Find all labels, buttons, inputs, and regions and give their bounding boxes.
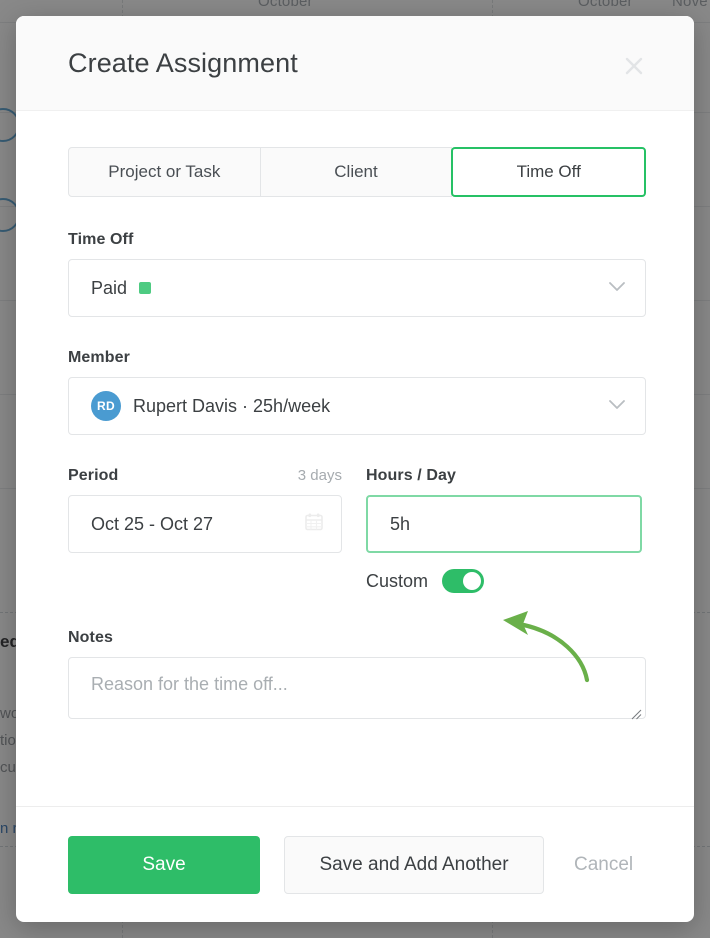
chevron-down-icon — [609, 279, 625, 297]
notes-label: Notes — [68, 629, 642, 647]
custom-toggle[interactable] — [442, 569, 484, 593]
time-off-label: Time Off — [68, 231, 642, 249]
time-off-value: Paid — [91, 278, 127, 299]
period-field: Period 3 days Oct 25 - Oct 27 — [68, 467, 342, 593]
dialog-title: Create Assignment — [68, 48, 298, 79]
member-select[interactable]: RD Rupert Davis · 25h/week — [68, 377, 646, 435]
tab-project-or-task[interactable]: Project or Task — [68, 147, 261, 197]
notes-placeholder: Reason for the time off... — [91, 674, 288, 694]
time-off-color-swatch — [139, 282, 151, 294]
time-off-select[interactable]: Paid — [68, 259, 646, 317]
period-days-badge: 3 days — [298, 467, 342, 484]
save-and-add-another-button[interactable]: Save and Add Another — [284, 836, 544, 894]
tab-label: Time Off — [517, 162, 581, 182]
assignment-type-tabs: Project or Task Client Time Off — [68, 147, 646, 197]
cancel-button[interactable]: Cancel — [568, 854, 639, 876]
custom-hours-row: Custom — [366, 569, 642, 593]
hours-per-day-label: Hours / Day — [366, 467, 456, 485]
notes-field: Notes Reason for the time off... — [68, 629, 642, 719]
dialog-header: Create Assignment — [16, 16, 694, 111]
period-date-input[interactable]: Oct 25 - Oct 27 — [68, 495, 342, 553]
calendar-icon — [305, 513, 323, 536]
dialog-footer: Save Save and Add Another Cancel — [16, 806, 694, 922]
hours-per-day-field: Hours / Day 5h Custom — [366, 467, 642, 593]
custom-label: Custom — [366, 571, 428, 592]
resize-handle-icon[interactable] — [630, 704, 642, 716]
member-label: Member — [68, 349, 642, 367]
period-value: Oct 25 - Oct 27 — [91, 514, 213, 535]
dialog-body: Project or Task Client Time Off Time Off… — [16, 111, 694, 806]
tab-client[interactable]: Client — [261, 147, 453, 197]
tab-label: Client — [334, 162, 377, 182]
member-value: Rupert Davis · 25h/week — [133, 396, 330, 417]
time-off-field: Time Off Paid — [68, 231, 642, 317]
close-icon[interactable] — [620, 52, 648, 80]
period-label: Period — [68, 467, 118, 485]
member-field: Member RD Rupert Davis · 25h/week — [68, 349, 642, 435]
chevron-down-icon — [609, 397, 625, 415]
avatar: RD — [91, 391, 121, 421]
tab-time-off[interactable]: Time Off — [451, 147, 646, 197]
create-assignment-dialog: Create Assignment Project or Task Client… — [16, 16, 694, 922]
save-button[interactable]: Save — [68, 836, 260, 894]
toggle-knob — [463, 572, 481, 590]
period-hours-row: Period 3 days Oct 25 - Oct 27 — [68, 467, 642, 593]
notes-textarea[interactable]: Reason for the time off... — [68, 657, 646, 719]
hours-per-day-input[interactable]: 5h — [366, 495, 642, 553]
hours-per-day-value: 5h — [390, 514, 410, 535]
tab-label: Project or Task — [108, 162, 220, 182]
